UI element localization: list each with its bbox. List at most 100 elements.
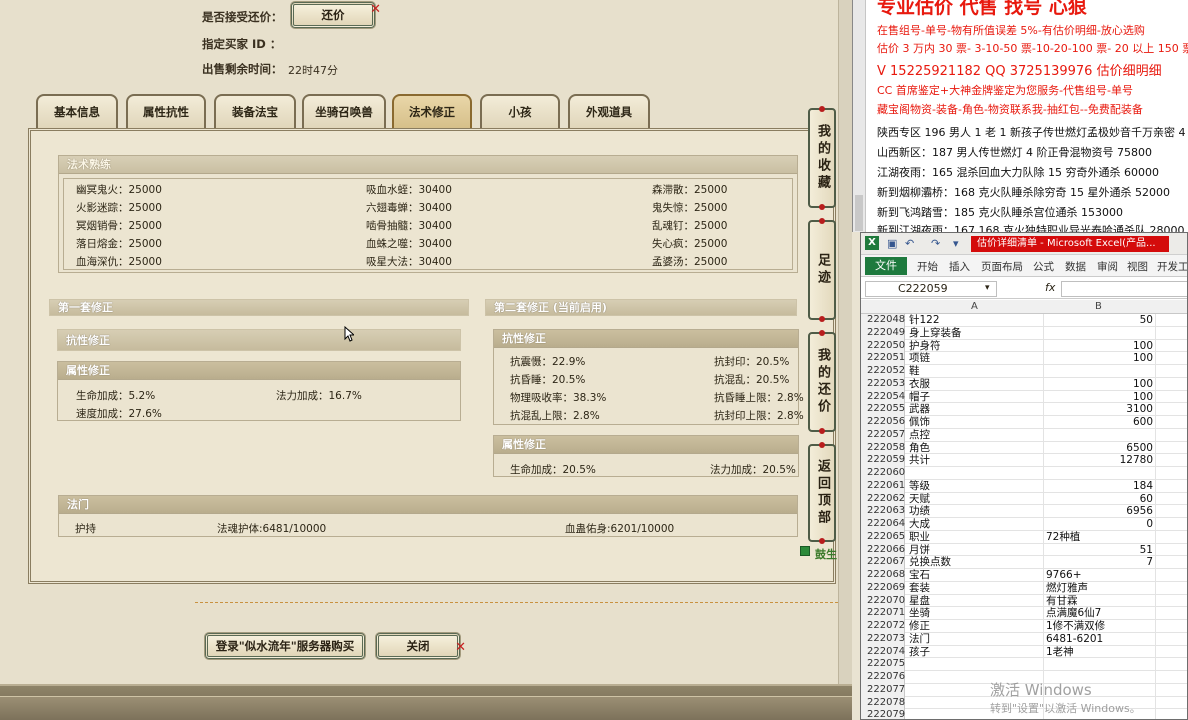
ribbon-tab[interactable]: 插入 <box>949 259 970 274</box>
cell-b[interactable]: 72种植 <box>1043 530 1155 543</box>
cell-b[interactable]: 1修不满双修 <box>1043 620 1155 632</box>
cell-a[interactable]: 护身符 <box>909 340 1043 352</box>
tab-appearance[interactable]: 外观道具 <box>568 94 650 128</box>
ribbon-tab[interactable]: 视图 <box>1127 259 1148 274</box>
cell-a[interactable]: 兑换点数 <box>909 556 1043 568</box>
table-row[interactable]: 222051 项链 100 <box>861 352 1187 365</box>
name-box[interactable]: C222059 <box>865 281 997 297</box>
ribbon-tab[interactable]: 开始 <box>917 259 938 274</box>
row-number[interactable]: 222069 <box>861 581 905 595</box>
cell-b[interactable]: 12780 <box>1043 454 1155 467</box>
table-row[interactable]: 222055 武器 3100 <box>861 403 1187 416</box>
login-server-buy-button[interactable]: 登录"似水流年"服务器购买 <box>205 633 365 659</box>
cell-b[interactable]: 100 <box>1043 390 1155 403</box>
column-header-b[interactable]: B <box>1095 301 1102 312</box>
table-row[interactable]: 222049 身上穿装备 <box>861 326 1187 340</box>
tab-basic-info[interactable]: 基本信息 <box>36 94 118 128</box>
cell-b[interactable]: 6500 <box>1043 441 1155 454</box>
cell-b[interactable]: 100 <box>1043 339 1155 352</box>
cell-a[interactable]: 法门 <box>909 633 1043 645</box>
cell-b[interactable]: 51 <box>1043 543 1155 556</box>
table-row[interactable]: 222053 衣服 100 <box>861 377 1187 391</box>
cell-b[interactable]: 9766+ <box>1043 569 1155 581</box>
row-number[interactable]: 222073 <box>861 632 905 646</box>
row-number[interactable]: 222067 <box>861 556 905 569</box>
cell-a[interactable]: 针122 <box>909 314 1043 326</box>
table-row[interactable]: 222067 兑换点数 7 <box>861 556 1187 569</box>
cell-a[interactable]: 星盘 <box>909 595 1043 607</box>
tab-attr-resist[interactable]: 属性抗性 <box>126 94 206 128</box>
cell-b[interactable]: 3100 <box>1043 403 1155 416</box>
cell-a[interactable]: 衣服 <box>909 378 1043 390</box>
ribbon-tab[interactable]: 页面布局 <box>981 259 1023 274</box>
cell-b[interactable]: 184 <box>1043 479 1155 492</box>
cell-a[interactable]: 等级 <box>909 480 1043 492</box>
tab-children[interactable]: 小孩 <box>480 94 560 128</box>
row-number[interactable]: 222078 <box>861 696 905 710</box>
cell-b[interactable]: 有甘霖 <box>1043 594 1155 607</box>
table-row[interactable]: 222050 护身符 100 <box>861 339 1187 353</box>
cell-a[interactable]: 武器 <box>909 403 1043 415</box>
row-number[interactable]: 222063 <box>861 505 905 518</box>
table-row[interactable]: 222058 角色 6500 <box>861 441 1187 455</box>
fx-icon[interactable]: fx <box>1045 281 1055 294</box>
table-row[interactable]: 222068 宝石 9766+ <box>861 569 1187 582</box>
table-row[interactable]: 222065 职业 72种植 <box>861 530 1187 544</box>
cell-a[interactable]: 宝石 <box>909 569 1043 581</box>
table-row[interactable]: 222054 帽子 100 <box>861 390 1187 404</box>
cell-b[interactable]: 600 <box>1043 416 1155 428</box>
my-offers-button[interactable]: 我的还价 <box>808 330 836 434</box>
table-row[interactable]: 222056 佩饰 600 <box>861 416 1187 429</box>
cell-b[interactable]: 燃灯雅声 <box>1043 581 1155 594</box>
cell-a[interactable]: 佩饰 <box>909 416 1043 428</box>
save-icon[interactable]: ▣ <box>887 237 897 250</box>
row-number[interactable]: 222055 <box>861 403 905 416</box>
row-number[interactable]: 222053 <box>861 377 905 391</box>
row-number[interactable]: 222070 <box>861 594 905 608</box>
tab-equipment[interactable]: 装备法宝 <box>214 94 296 128</box>
column-header-a[interactable]: A <box>971 301 978 312</box>
cell-a[interactable]: 功绩 <box>909 505 1043 517</box>
table-row[interactable]: 222063 功绩 6956 <box>861 505 1187 518</box>
table-row[interactable]: 222061 等级 184 <box>861 479 1187 493</box>
row-number[interactable]: 222054 <box>861 390 905 404</box>
scroll-thumb[interactable] <box>855 195 863 231</box>
row-number[interactable]: 222057 <box>861 428 905 442</box>
row-number[interactable]: 222065 <box>861 530 905 544</box>
cell-a[interactable]: 修正 <box>909 620 1043 632</box>
page-scrollbar[interactable] <box>838 0 852 684</box>
cell-b[interactable]: 6481-6201 <box>1043 632 1155 645</box>
excel-app-icon[interactable]: X <box>865 236 879 250</box>
row-number[interactable]: 222068 <box>861 569 905 582</box>
row-number[interactable]: 222071 <box>861 607 905 620</box>
table-row[interactable]: 222057 点控 <box>861 428 1187 442</box>
undo-icon[interactable]: ↶ <box>905 237 914 250</box>
cell-b[interactable]: 1老神 <box>1043 645 1155 658</box>
row-number[interactable]: 222066 <box>861 543 905 557</box>
doc-scrollbar[interactable] <box>853 0 866 232</box>
row-number[interactable]: 222060 <box>861 467 905 480</box>
table-row[interactable]: 222075 <box>861 658 1187 671</box>
table-row[interactable]: 222059 共计 12780 <box>861 454 1187 467</box>
cell-a[interactable]: 月饼 <box>909 544 1043 556</box>
row-number[interactable]: 222074 <box>861 645 905 659</box>
qa-dropdown-icon[interactable]: ▾ <box>953 237 959 250</box>
cell-a[interactable]: 套装 <box>909 582 1043 594</box>
table-row[interactable]: 222064 大成 0 <box>861 518 1187 531</box>
cell-a[interactable]: 点控 <box>909 429 1043 441</box>
cell-a[interactable]: 天赋 <box>909 493 1043 505</box>
cell-b[interactable]: 点满魔6仙7 <box>1043 607 1155 620</box>
row-number[interactable]: 222058 <box>861 441 905 455</box>
ribbon-tab[interactable]: 数据 <box>1065 259 1086 274</box>
formula-input[interactable] <box>1061 281 1187 297</box>
close-button[interactable]: 关闭 ✕ <box>376 633 466 659</box>
ribbon-tab[interactable]: 公式 <box>1033 259 1054 274</box>
row-number[interactable]: 222079 <box>861 709 905 719</box>
ribbon-tab[interactable]: 审阅 <box>1097 259 1118 274</box>
row-number[interactable]: 222052 <box>861 365 905 378</box>
cell-a[interactable]: 鞋 <box>909 365 1043 377</box>
cell-a[interactable]: 坐骑 <box>909 607 1043 619</box>
row-number[interactable]: 222049 <box>861 326 905 340</box>
table-row[interactable]: 222060 <box>861 467 1187 480</box>
table-row[interactable]: 222052 鞋 <box>861 365 1187 378</box>
